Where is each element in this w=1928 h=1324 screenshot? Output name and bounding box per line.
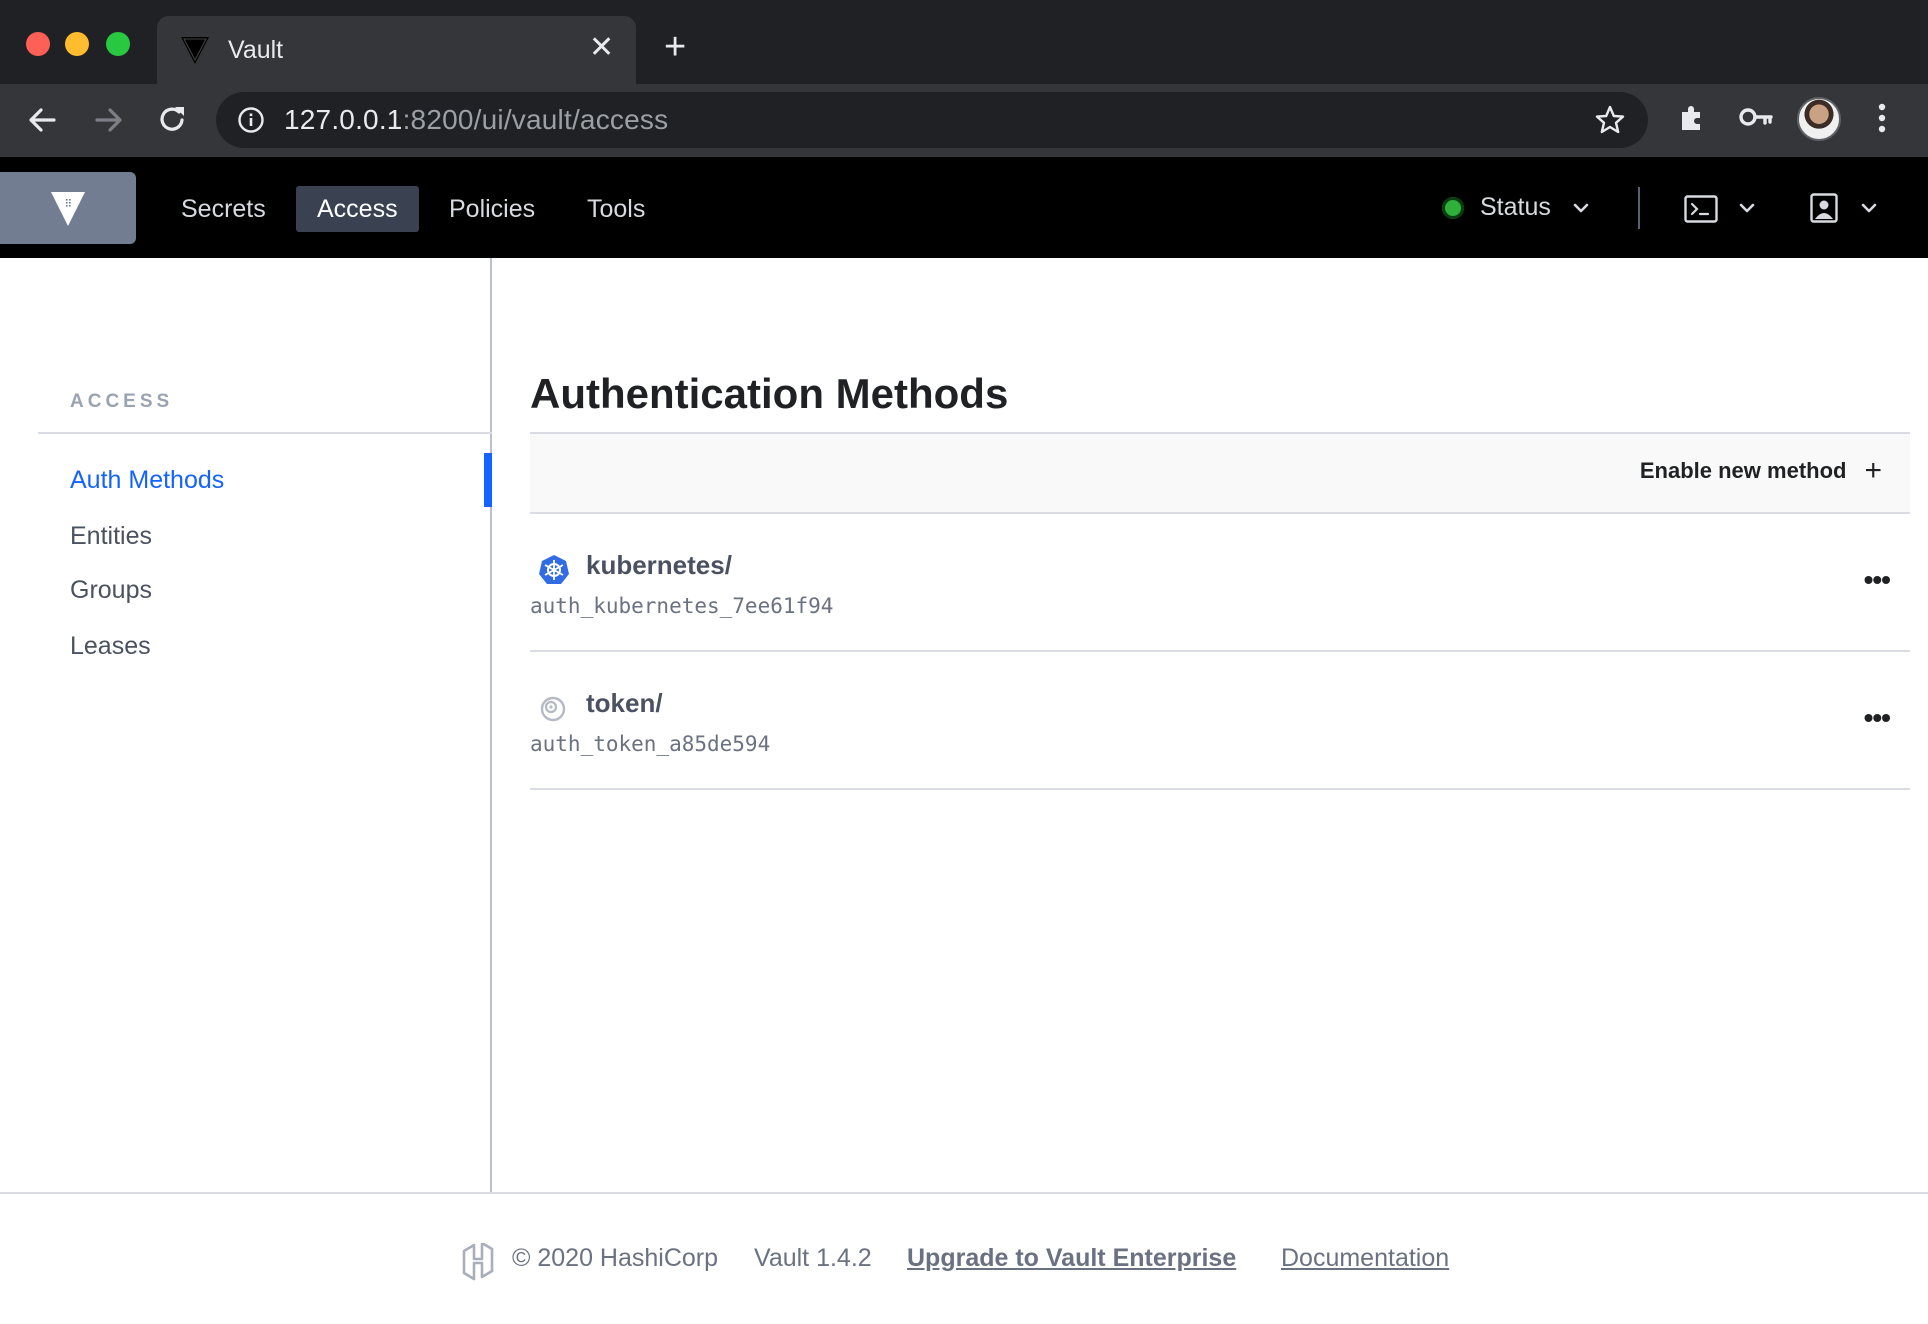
- documentation-link[interactable]: Documentation: [1281, 1244, 1449, 1273]
- sidebar-divider: [38, 432, 492, 434]
- nav-access[interactable]: Access: [296, 186, 419, 232]
- hashicorp-logo-icon: [460, 1241, 496, 1286]
- auth-method-accessor: auth_token_a85de594: [530, 732, 771, 756]
- page-footer: © 2020 HashiCorp Vault 1.4.2 Upgrade to …: [0, 1192, 1928, 1324]
- nav-tools[interactable]: Tools: [566, 186, 666, 232]
- close-window-button[interactable]: [26, 32, 50, 56]
- list-toolbar: Enable new method +: [530, 432, 1910, 514]
- address-bar[interactable]: 127.0.0.1:8200/ui/vault/access: [216, 92, 1648, 148]
- row-actions-menu[interactable]: •••: [1864, 702, 1891, 734]
- auth-method-accessor: auth_kubernetes_7ee61f94: [530, 594, 834, 618]
- row-actions-menu[interactable]: •••: [1864, 564, 1891, 596]
- user-icon: [1810, 193, 1838, 228]
- vault-home-logo[interactable]: [0, 172, 136, 244]
- extensions-icon[interactable]: [1676, 100, 1710, 139]
- passwords-key-icon[interactable]: [1738, 100, 1774, 139]
- list-item[interactable]: kubernetes/ auth_kubernetes_7ee61f94 •••: [530, 514, 1910, 652]
- sidebar-item-leases[interactable]: Leases: [70, 632, 151, 661]
- sidebar-item-groups[interactable]: Groups: [70, 576, 152, 605]
- bookmark-star-icon[interactable]: [1594, 104, 1626, 141]
- nav-policies[interactable]: Policies: [428, 186, 556, 232]
- profile-avatar[interactable]: [1797, 97, 1841, 141]
- active-item-marker: [484, 453, 492, 507]
- status-indicator-icon: [1442, 197, 1464, 219]
- browser-toolbar: 127.0.0.1:8200/ui/vault/access: [0, 84, 1928, 157]
- enable-new-method-button[interactable]: Enable new method +: [1639, 454, 1882, 487]
- terminal-icon: [1684, 195, 1718, 228]
- sidebar-item-auth-methods[interactable]: Auth Methods: [70, 466, 224, 495]
- plus-icon: +: [1864, 454, 1882, 487]
- auth-method-path: kubernetes/: [586, 550, 732, 580]
- forward-icon[interactable]: [89, 101, 127, 139]
- footer-version: Vault 1.4.2: [754, 1244, 872, 1272]
- list-item[interactable]: token/ auth_token_a85de594 •••: [530, 652, 1910, 790]
- footer-copyright: © 2020 HashiCorp: [512, 1244, 719, 1272]
- browser-chrome: Vault ✕ + 127.0.0.1:8200/ui/vault/access: [0, 0, 1928, 157]
- browser-menu-icon[interactable]: [1872, 100, 1892, 141]
- nav-secrets[interactable]: Secrets: [160, 186, 287, 232]
- sidebar-item-entities[interactable]: Entities: [70, 522, 152, 551]
- url-text: 127.0.0.1:8200/ui/vault/access: [284, 104, 669, 135]
- chevron-down-icon: [1572, 201, 1590, 220]
- back-icon[interactable]: [24, 101, 62, 139]
- nav-divider: [1638, 187, 1640, 229]
- vault-navbar: Secrets Access Policies Tools Status: [0, 157, 1928, 258]
- upgrade-enterprise-link[interactable]: Upgrade to Vault Enterprise: [907, 1244, 1236, 1273]
- new-tab-icon[interactable]: +: [664, 28, 686, 66]
- enable-new-method-label: Enable new method: [1639, 458, 1847, 483]
- vault-favicon-icon: [179, 34, 211, 71]
- token-icon: [538, 692, 570, 729]
- chevron-down-icon: [1860, 201, 1878, 220]
- sidebar-heading: ACCESS: [70, 391, 174, 412]
- access-sidebar: ACCESS Auth Methods Entities Groups Leas…: [0, 258, 492, 1192]
- close-tab-icon[interactable]: ✕: [589, 33, 614, 63]
- vault-logo-icon: [51, 192, 85, 226]
- browser-tab[interactable]: Vault ✕: [157, 16, 636, 84]
- status-label: Status: [1480, 193, 1551, 221]
- maximize-window-button[interactable]: [106, 32, 130, 56]
- chevron-down-icon: [1738, 201, 1756, 220]
- reload-icon[interactable]: [153, 101, 191, 139]
- page-title: Authentication Methods: [530, 370, 1009, 417]
- kubernetes-icon: [538, 554, 570, 591]
- auth-method-path: token/: [586, 688, 663, 718]
- minimize-window-button[interactable]: [65, 32, 89, 56]
- tab-title: Vault: [228, 36, 284, 64]
- site-info-icon[interactable]: [237, 106, 265, 139]
